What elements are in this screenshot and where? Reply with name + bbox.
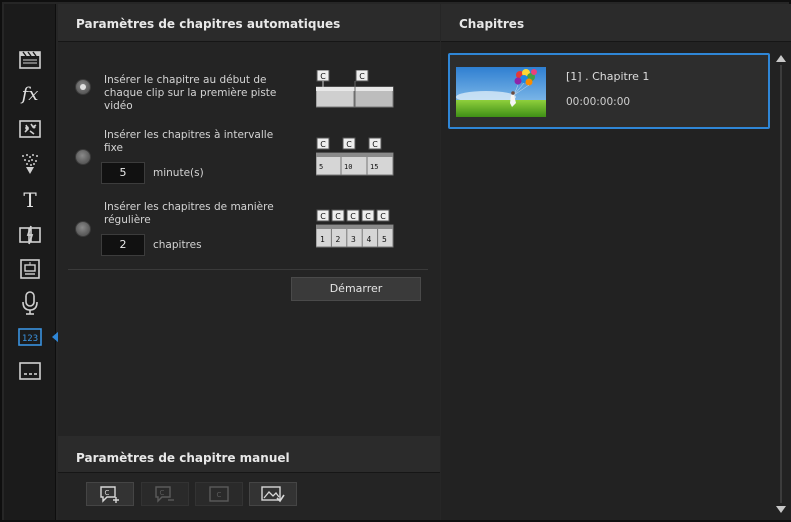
chapter-title: [1] . Chapitre 1 [566, 70, 650, 83]
each-clip-illustration: C C [316, 70, 394, 108]
add-chapter-icon-letter: C [105, 489, 110, 497]
room-toolbar: fx T 123 [4, 4, 59, 520]
remove-chapter-icon: C [155, 486, 174, 503]
auto-chapter-panel: Paramètres de chapitres automatiques Ins… [58, 4, 440, 520]
chapter-item[interactable]: [1] . Chapitre 1 00:00:00:00 [448, 53, 770, 129]
chapter-count-input[interactable]: 2 [101, 234, 145, 256]
go-to-chapter-icon-letter: C [217, 491, 222, 499]
chapters-scrollbar[interactable] [774, 51, 788, 517]
title-icon[interactable]: T [17, 187, 43, 213]
option-even-split-label: Insérer les chapitres de manière réguliè… [104, 201, 274, 226]
chapter-marker-letter: C [320, 212, 326, 221]
chapters-panel: Chapitres [1] . Chapitre 1 00:00:00:00 [441, 4, 791, 520]
chapter-marker-letter: C [320, 140, 326, 149]
chapter-time: 00:00:00:00 [566, 96, 631, 108]
chapter-thumbnail [456, 67, 546, 117]
subtitle-room-icon[interactable] [17, 256, 43, 282]
set-thumbnail-button[interactable] [249, 482, 297, 506]
add-chapter-icon: C [100, 486, 119, 503]
scroll-up-arrow-icon[interactable] [776, 55, 786, 62]
title-label: T [23, 188, 37, 212]
chapter-marker-letter: C [365, 212, 371, 221]
auto-settings-header: Paramètres de chapitres automatiques [58, 4, 440, 42]
radio-each-clip[interactable] [75, 79, 91, 95]
pip-objects-icon[interactable] [17, 116, 43, 142]
fx-label: fx [21, 83, 39, 105]
option-fixed-interval-label: Insérer les chapitres à intervalle fixe [104, 129, 274, 154]
chapter-room-icon-text: 123 [22, 334, 38, 344]
add-chapter-button[interactable]: C [86, 482, 134, 506]
scroll-down-arrow-icon[interactable] [776, 506, 786, 513]
tick-label: 15 [370, 163, 378, 171]
tick-label: 3 [351, 235, 356, 244]
transition-icon[interactable] [17, 222, 43, 248]
subtitle-icon[interactable] [17, 358, 43, 384]
go-to-chapter-icon: C [209, 486, 229, 502]
chapter-marker-letter: C [372, 140, 378, 149]
tick-label: 10 [344, 163, 352, 171]
interval-unit-label: minute(s) [153, 167, 204, 179]
radio-fixed-interval[interactable] [75, 149, 91, 165]
particle-icon[interactable] [17, 151, 43, 177]
voice-over-icon[interactable] [17, 290, 43, 316]
chapter-room-icon[interactable]: 123 [17, 324, 43, 350]
media-room-icon[interactable] [17, 46, 43, 72]
fx-icon[interactable]: fx [17, 81, 43, 107]
tick-label: 1 [320, 235, 325, 244]
tick-label: 4 [367, 235, 372, 244]
option-each-clip-label: Insérer le chapitre au début de chaque c… [104, 74, 277, 112]
set-thumbnail-icon [261, 486, 285, 503]
start-button[interactable]: Démarrer [291, 277, 421, 301]
chapter-room-window: fx T 123 Paramètres de chapitres automat… [0, 0, 791, 522]
chapters-header: Chapitres [441, 4, 791, 42]
section-divider [68, 269, 428, 270]
chapter-marker-letter: C [320, 72, 326, 81]
chapter-count-unit-label: chapitres [153, 239, 202, 251]
tick-label: 5 [319, 163, 323, 171]
tick-label: 5 [382, 235, 387, 244]
chapter-marker-letter: C [380, 212, 386, 221]
chapter-marker-letter: C [350, 212, 356, 221]
remove-chapter-button[interactable]: C [141, 482, 189, 506]
fixed-interval-illustration: 5 10 15 C C C [316, 137, 394, 176]
go-to-chapter-button[interactable]: C [195, 482, 243, 506]
radio-even-split[interactable] [75, 221, 91, 237]
even-split-illustration: 1 2 3 4 5 C C C C C [316, 209, 394, 248]
scroll-track[interactable] [780, 65, 782, 503]
chapter-marker-letter: C [335, 212, 341, 221]
chapter-marker-letter: C [346, 140, 352, 149]
interval-minutes-input[interactable]: 5 [101, 162, 145, 184]
manual-settings-header: Paramètres de chapitre manuel [58, 436, 440, 473]
tick-label: 2 [336, 235, 341, 244]
chapter-marker-letter: C [359, 72, 365, 81]
remove-chapter-icon-letter: C [160, 489, 165, 497]
